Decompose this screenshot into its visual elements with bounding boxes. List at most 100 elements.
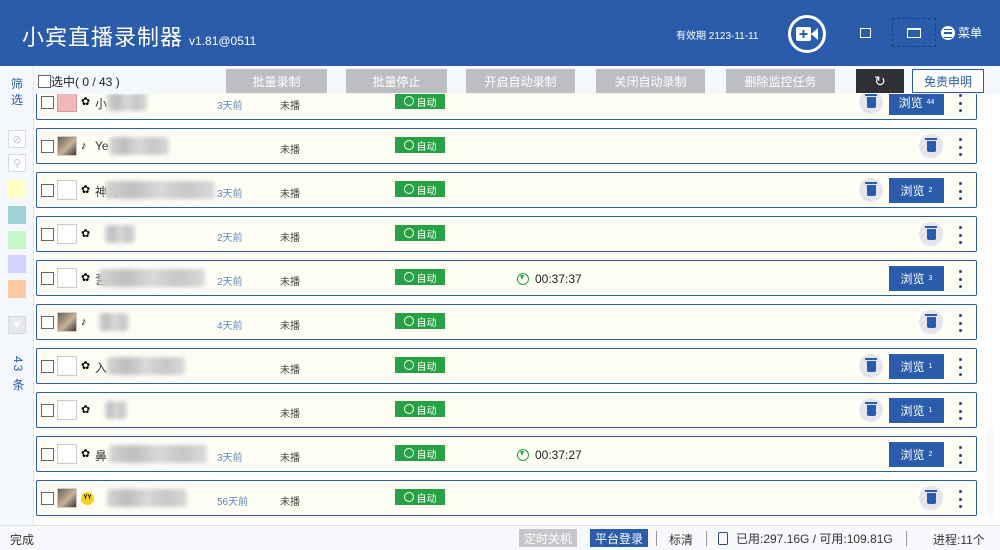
more-options-icon[interactable]: [957, 138, 963, 156]
select-all-checkbox[interactable]: [38, 75, 51, 88]
stream-row[interactable]: ✿ 2天前 未播 自动: [36, 216, 977, 252]
more-options-icon[interactable]: [957, 182, 963, 200]
delete-button[interactable]: [859, 398, 883, 422]
stream-row[interactable]: ✿ 神先 3天前 未播 自动 浏览2: [36, 172, 977, 208]
add-record-button[interactable]: [788, 15, 826, 53]
refresh-button[interactable]: ↻: [856, 69, 904, 93]
menu-button[interactable]: 菜单: [941, 24, 982, 41]
row-checkbox[interactable]: [41, 140, 54, 153]
divider: [656, 531, 657, 546]
row-checkbox[interactable]: [41, 96, 54, 109]
record-count: 43 条: [11, 356, 25, 393]
delete-button[interactable]: [919, 310, 943, 334]
stream-row[interactable]: YY 56天前 未播 自动: [36, 480, 977, 516]
row-checkbox[interactable]: [41, 228, 54, 241]
row-checkbox[interactable]: [41, 492, 54, 505]
auto-record-toggle[interactable]: 自动: [395, 313, 445, 329]
more-options-icon[interactable]: [957, 314, 963, 332]
avatar: [57, 136, 77, 156]
more-options-icon[interactable]: [957, 358, 963, 376]
more-options-icon[interactable]: [957, 402, 963, 420]
browse-button[interactable]: 浏览 3: [889, 266, 944, 291]
batch-stop-button[interactable]: 批量停止: [346, 69, 447, 93]
auto-icon: [403, 272, 414, 282]
browse-button[interactable]: 浏览 2: [889, 178, 944, 203]
timer-shutdown-button[interactable]: 定时关机: [519, 529, 578, 547]
row-checkbox[interactable]: [41, 360, 54, 373]
filter-label[interactable]: 筛选: [11, 76, 25, 108]
delete-button[interactable]: [919, 134, 943, 158]
color-filter-yellow[interactable]: [8, 180, 26, 198]
stream-row[interactable]: ✿ 入 未播 自动 浏览 1: [36, 348, 977, 384]
more-options-icon[interactable]: [957, 94, 963, 112]
last-live-time: 2天前: [217, 277, 243, 288]
auto-record-toggle[interactable]: 自动: [395, 225, 445, 241]
live-status: 未播: [280, 365, 300, 376]
stream-row[interactable]: ✿ 小 3天前 未播 自动 浏览 44: [36, 94, 977, 120]
auto-record-toggle[interactable]: 自动: [395, 137, 445, 153]
browse-button[interactable]: 浏览 2: [889, 442, 944, 467]
disable-auto-record-button[interactable]: 关闭自动录制: [596, 69, 705, 93]
auto-record-toggle[interactable]: 自动: [395, 401, 445, 417]
auto-icon: [403, 228, 414, 238]
more-options-icon[interactable]: [957, 490, 963, 508]
row-checkbox[interactable]: [41, 448, 54, 461]
filter-sidebar: 筛选 ⊘ ⚲ ▼ 43 条: [0, 66, 34, 525]
live-status: 未播: [280, 277, 300, 288]
clear-filter-icon[interactable]: ▼: [8, 316, 26, 334]
search-icon[interactable]: ⚲: [8, 154, 26, 172]
batch-record-button[interactable]: 批量录制: [226, 69, 327, 93]
enable-auto-record-button[interactable]: 开启自动录制: [466, 69, 575, 93]
auto-record-toggle[interactable]: 自动: [395, 445, 445, 461]
browse-button[interactable]: 浏览 1: [889, 354, 944, 379]
block-icon[interactable]: ⊘: [8, 130, 26, 148]
row-checkbox[interactable]: [41, 404, 54, 417]
more-options-icon[interactable]: [957, 446, 963, 464]
redacted-name: [107, 489, 187, 507]
open-folder-button[interactable]: [892, 18, 936, 47]
color-filter-orange[interactable]: [8, 280, 26, 298]
stream-row[interactable]: ♪ Ye 未播 自动: [36, 128, 977, 164]
disclaimer-button[interactable]: 免责申明: [912, 69, 984, 93]
color-filter-purple[interactable]: [8, 255, 26, 273]
auto-icon: [403, 492, 414, 502]
platform-login-button[interactable]: 平台登录: [590, 529, 649, 547]
row-checkbox[interactable]: [41, 272, 54, 285]
avatar: [57, 224, 77, 244]
delete-button[interactable]: [859, 94, 883, 114]
quality-selector[interactable]: 标清: [669, 531, 693, 548]
recording-duration: 00:37:37: [517, 272, 582, 286]
color-filter-teal[interactable]: [8, 206, 26, 224]
delete-button[interactable]: [859, 354, 883, 378]
more-options-icon[interactable]: [957, 226, 963, 244]
browse-button[interactable]: 浏览 1: [889, 398, 944, 423]
scrollbar[interactable]: [986, 426, 994, 518]
auto-record-toggle[interactable]: 自动: [395, 94, 445, 109]
browse-label: 浏览: [900, 404, 925, 418]
auto-record-toggle[interactable]: 自动: [395, 269, 445, 285]
live-status: 未播: [280, 189, 300, 200]
stream-row[interactable]: ✿ 未播 自动 浏览 1: [36, 392, 977, 428]
row-checkbox[interactable]: [41, 184, 54, 197]
platform-icon: ✿: [81, 96, 91, 108]
browse-count: 3: [928, 275, 933, 282]
delete-button[interactable]: [859, 178, 883, 202]
row-checkbox[interactable]: [41, 316, 54, 329]
maximize-icon[interactable]: [860, 28, 871, 38]
color-filter-green[interactable]: [8, 231, 26, 249]
stream-row[interactable]: ✿ 鼻 3天前 未播 自动 00:37:27 浏览 2: [36, 436, 977, 472]
live-status: 未播: [280, 101, 300, 112]
auto-record-toggle[interactable]: 自动: [395, 181, 445, 197]
auto-record-toggle[interactable]: 自动: [395, 489, 445, 505]
stream-row[interactable]: ✿ 乭 2天前 未播 自动 00:37:37 浏览3: [36, 260, 977, 296]
stream-row[interactable]: ♪ 4天前 未播 自动: [36, 304, 977, 340]
delete-button[interactable]: [919, 486, 943, 510]
delete-button[interactable]: [919, 222, 943, 246]
browse-button[interactable]: 浏览 44: [889, 94, 944, 115]
select-all[interactable]: 选中( 0 / 43 ): [38, 73, 120, 90]
delete-monitor-task-button[interactable]: 删除监控任务: [726, 69, 835, 93]
tiktok-icon: ♪: [81, 140, 87, 152]
auto-icon: [403, 404, 414, 414]
more-options-icon[interactable]: [957, 270, 963, 288]
auto-record-toggle[interactable]: 自动: [395, 357, 445, 373]
